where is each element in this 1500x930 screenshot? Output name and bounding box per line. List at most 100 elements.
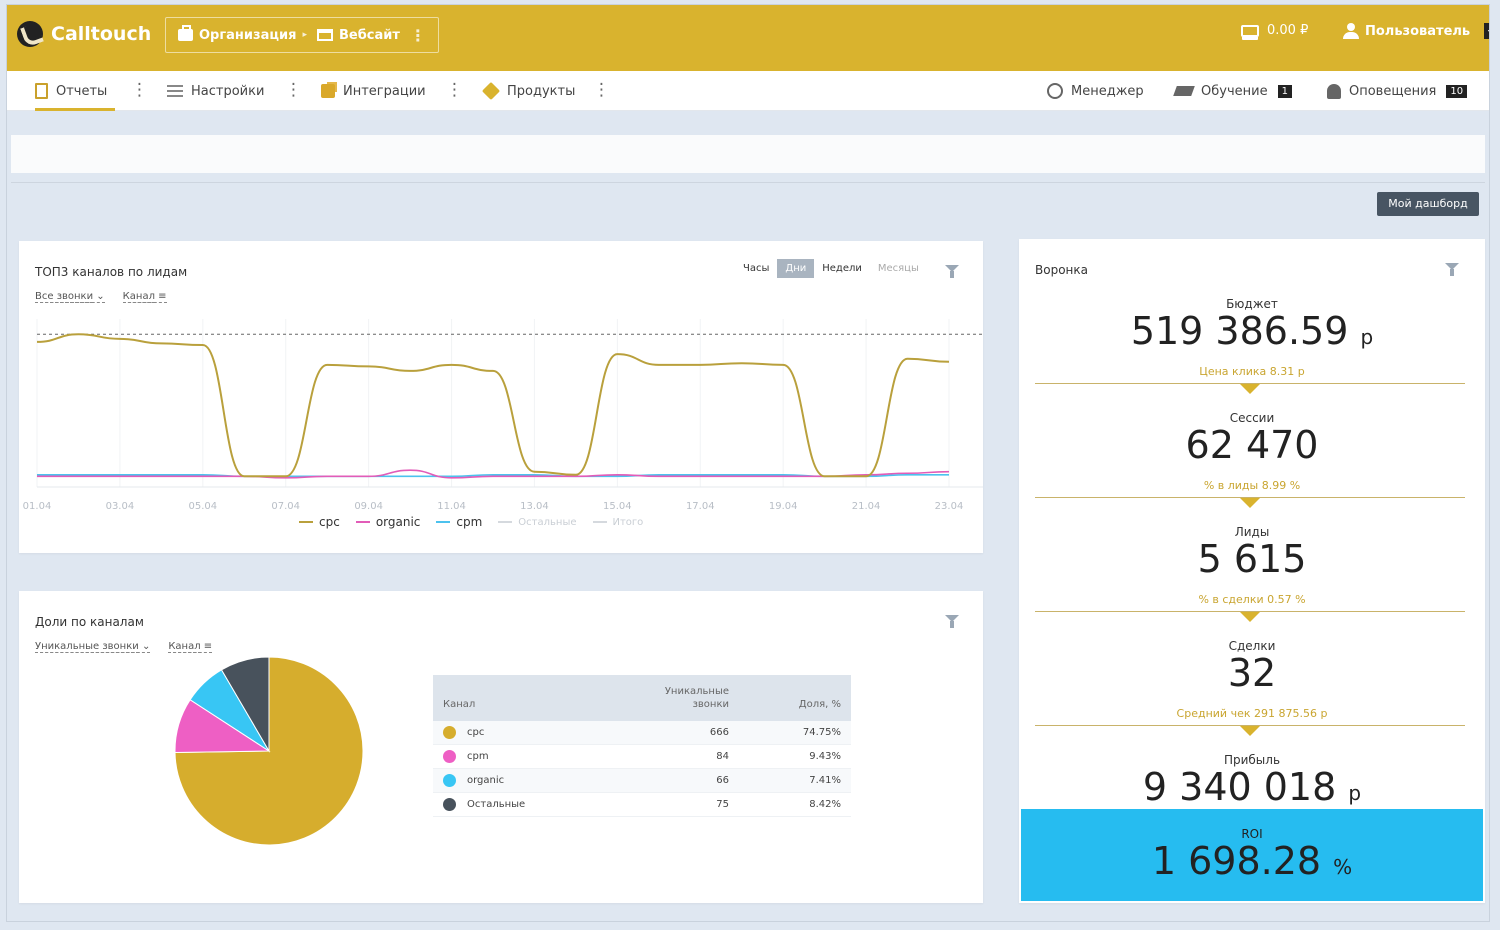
color-dot: [443, 750, 456, 763]
row-unique-calls: 66: [716, 775, 729, 786]
legend-cpm-label: cpm: [456, 515, 483, 529]
funnel-separator: [1035, 497, 1465, 508]
window-icon: [316, 29, 333, 41]
funnel-separator: [1035, 725, 1465, 736]
share-table-body: cpc 666 74.75% cpm 84 9.43% organic 66 7…: [433, 721, 851, 817]
table-row[interactable]: cpc 666 74.75%: [433, 721, 851, 745]
row-channel: Остальные: [467, 799, 526, 810]
deals-value: 32: [1227, 651, 1277, 695]
nav-manager[interactable]: Менеджер: [1047, 71, 1144, 111]
notifications-badge: 10: [1446, 84, 1468, 98]
row-share: 8.42%: [809, 799, 841, 810]
series-line-cpc: [36, 333, 950, 478]
legend-others-label: Остальные: [518, 516, 577, 528]
top-bar: Calltouch Организация ▸ Вебсайт ⋮ 0.00 ₽…: [7, 5, 1489, 71]
roi-block: ROI 1 698.28 %: [1021, 809, 1483, 901]
roi-number: 1 698.28: [1151, 839, 1322, 883]
nav-learning[interactable]: Обучение 1: [1173, 71, 1292, 111]
user-menu[interactable]: Пользователь ➜: [1343, 23, 1489, 39]
row-share: 9.43%: [809, 751, 841, 762]
filter-icon[interactable]: [1445, 263, 1459, 277]
table-row[interactable]: organic 66 7.41%: [433, 769, 851, 793]
puzzle-icon: [321, 84, 335, 98]
unique-calls-dropdown[interactable]: Уникальные звонки ⌄: [35, 641, 151, 653]
headset-icon: [1047, 83, 1063, 99]
share-table: Канал Уникальные звонки Доля, % cpc 666 …: [433, 675, 851, 817]
color-dot: [443, 774, 456, 787]
sessions-value: 62 470: [1185, 423, 1319, 467]
unique-calls-label: Уникальные звонки: [35, 641, 139, 653]
header-share[interactable]: Доля, %: [763, 699, 841, 710]
balance-value: 0.00 ₽: [1267, 23, 1309, 38]
more-vertical-icon[interactable]: ⋮: [410, 26, 426, 45]
main-nav: Отчеты ⋮ Настройки ⋮ Интеграции ⋮ Продук…: [7, 71, 1489, 111]
leads-conversion: % в сделки 0.57 %: [1198, 593, 1306, 606]
row-share: 7.41%: [809, 775, 841, 786]
nav-reports[interactable]: Отчеты: [35, 71, 116, 111]
color-dot: [443, 726, 456, 739]
learning-badge: 1: [1277, 84, 1292, 98]
more-vertical-icon[interactable]: ⋮: [446, 80, 463, 100]
logout-icon[interactable]: ➜: [1484, 23, 1489, 39]
breadcrumb-website[interactable]: Вебсайт: [316, 28, 400, 43]
sliders-icon: [167, 85, 183, 97]
funnel-separator: [1035, 611, 1465, 622]
legend-total[interactable]: Итого: [592, 515, 643, 529]
average-check: Средний чек 291 875.56 р: [1176, 707, 1328, 720]
funnel-panel: Воронка Бюджет 519 386.59 р Цена клика 8…: [1019, 239, 1485, 903]
graduation-cap-icon: [1173, 86, 1195, 96]
legend-cpc[interactable]: cpc: [299, 515, 340, 529]
breadcrumb-organization[interactable]: Организация ▸: [178, 25, 307, 43]
balance[interactable]: 0.00 ₽: [1241, 23, 1308, 38]
bell-icon: [1327, 83, 1341, 99]
more-vertical-icon[interactable]: ⋮: [593, 80, 610, 100]
x-tick-label: 03.04: [106, 501, 135, 512]
leads-value: 5 615: [1197, 537, 1307, 581]
nav-notifications[interactable]: Оповещения 10: [1327, 71, 1468, 111]
row-channel: cpc: [467, 727, 485, 738]
x-tick-label: 07.04: [271, 501, 300, 512]
more-vertical-icon[interactable]: ⋮: [285, 80, 302, 100]
line-chart: 01.04 03.04 05.04 07.04 09.04 11.04 13.04 15.04…: [23, 319, 983, 512]
nav-products[interactable]: Продукты: [481, 71, 575, 111]
filter-icon[interactable]: [945, 615, 959, 629]
x-tick-label: 01.04: [23, 501, 52, 512]
header-channel[interactable]: Канал: [443, 699, 475, 710]
header-unique-calls[interactable]: Уникальные звонки: [659, 685, 729, 711]
x-tick-label: 23.04: [935, 501, 964, 512]
user-icon: [1343, 23, 1359, 39]
logo[interactable]: Calltouch: [17, 21, 151, 47]
budget-value: 519 386.59 р: [1019, 309, 1485, 353]
chart-legend: cpc organic cpm Остальные Итого: [299, 515, 643, 529]
calltouch-logo-icon: [17, 21, 43, 47]
legend-organic[interactable]: organic: [355, 515, 421, 529]
legend-cpm[interactable]: cpm: [436, 515, 482, 529]
share-table-header: Канал Уникальные звонки Доля, %: [433, 675, 851, 721]
nav-settings[interactable]: Настройки: [167, 71, 264, 111]
breadcrumb-organization-label: Организация: [199, 27, 297, 43]
clipboard-icon: [35, 83, 48, 99]
cube-icon: [481, 81, 501, 101]
funnel-separator: [1035, 383, 1465, 394]
legend-organic-label: organic: [375, 515, 421, 529]
sessions-conversion: % в лиды 8.99 %: [1203, 479, 1301, 492]
color-dot: [443, 798, 456, 811]
nav-settings-label: Настройки: [191, 83, 265, 99]
my-dashboard-button[interactable]: Мой дашборд: [1377, 192, 1479, 216]
more-vertical-icon[interactable]: ⋮: [131, 80, 148, 100]
x-tick-label: 09.04: [354, 501, 383, 512]
nav-integrations[interactable]: Интеграции: [321, 71, 426, 111]
x-tick-label: 19.04: [769, 501, 798, 512]
channel-share-panel: Доли по каналам Уникальные звонки ⌄ Кана…: [19, 591, 983, 903]
x-tick-label: 05.04: [188, 501, 217, 512]
top-channels-panel: ТОП3 каналов по лидам Все звонки ⌄ Канал…: [19, 241, 983, 553]
x-tick-label: 21.04: [852, 501, 881, 512]
table-row[interactable]: Остальные 75 8.42%: [433, 793, 851, 817]
breadcrumb: Организация ▸ Вебсайт ⋮: [165, 17, 439, 53]
legend-others[interactable]: Остальные: [498, 515, 577, 529]
nav-reports-label: Отчеты: [56, 83, 108, 99]
table-row[interactable]: cpm 84 9.43%: [433, 745, 851, 769]
row-unique-calls: 84: [716, 751, 729, 762]
row-channel: organic: [467, 775, 505, 786]
nav-integrations-label: Интеграции: [343, 83, 426, 99]
